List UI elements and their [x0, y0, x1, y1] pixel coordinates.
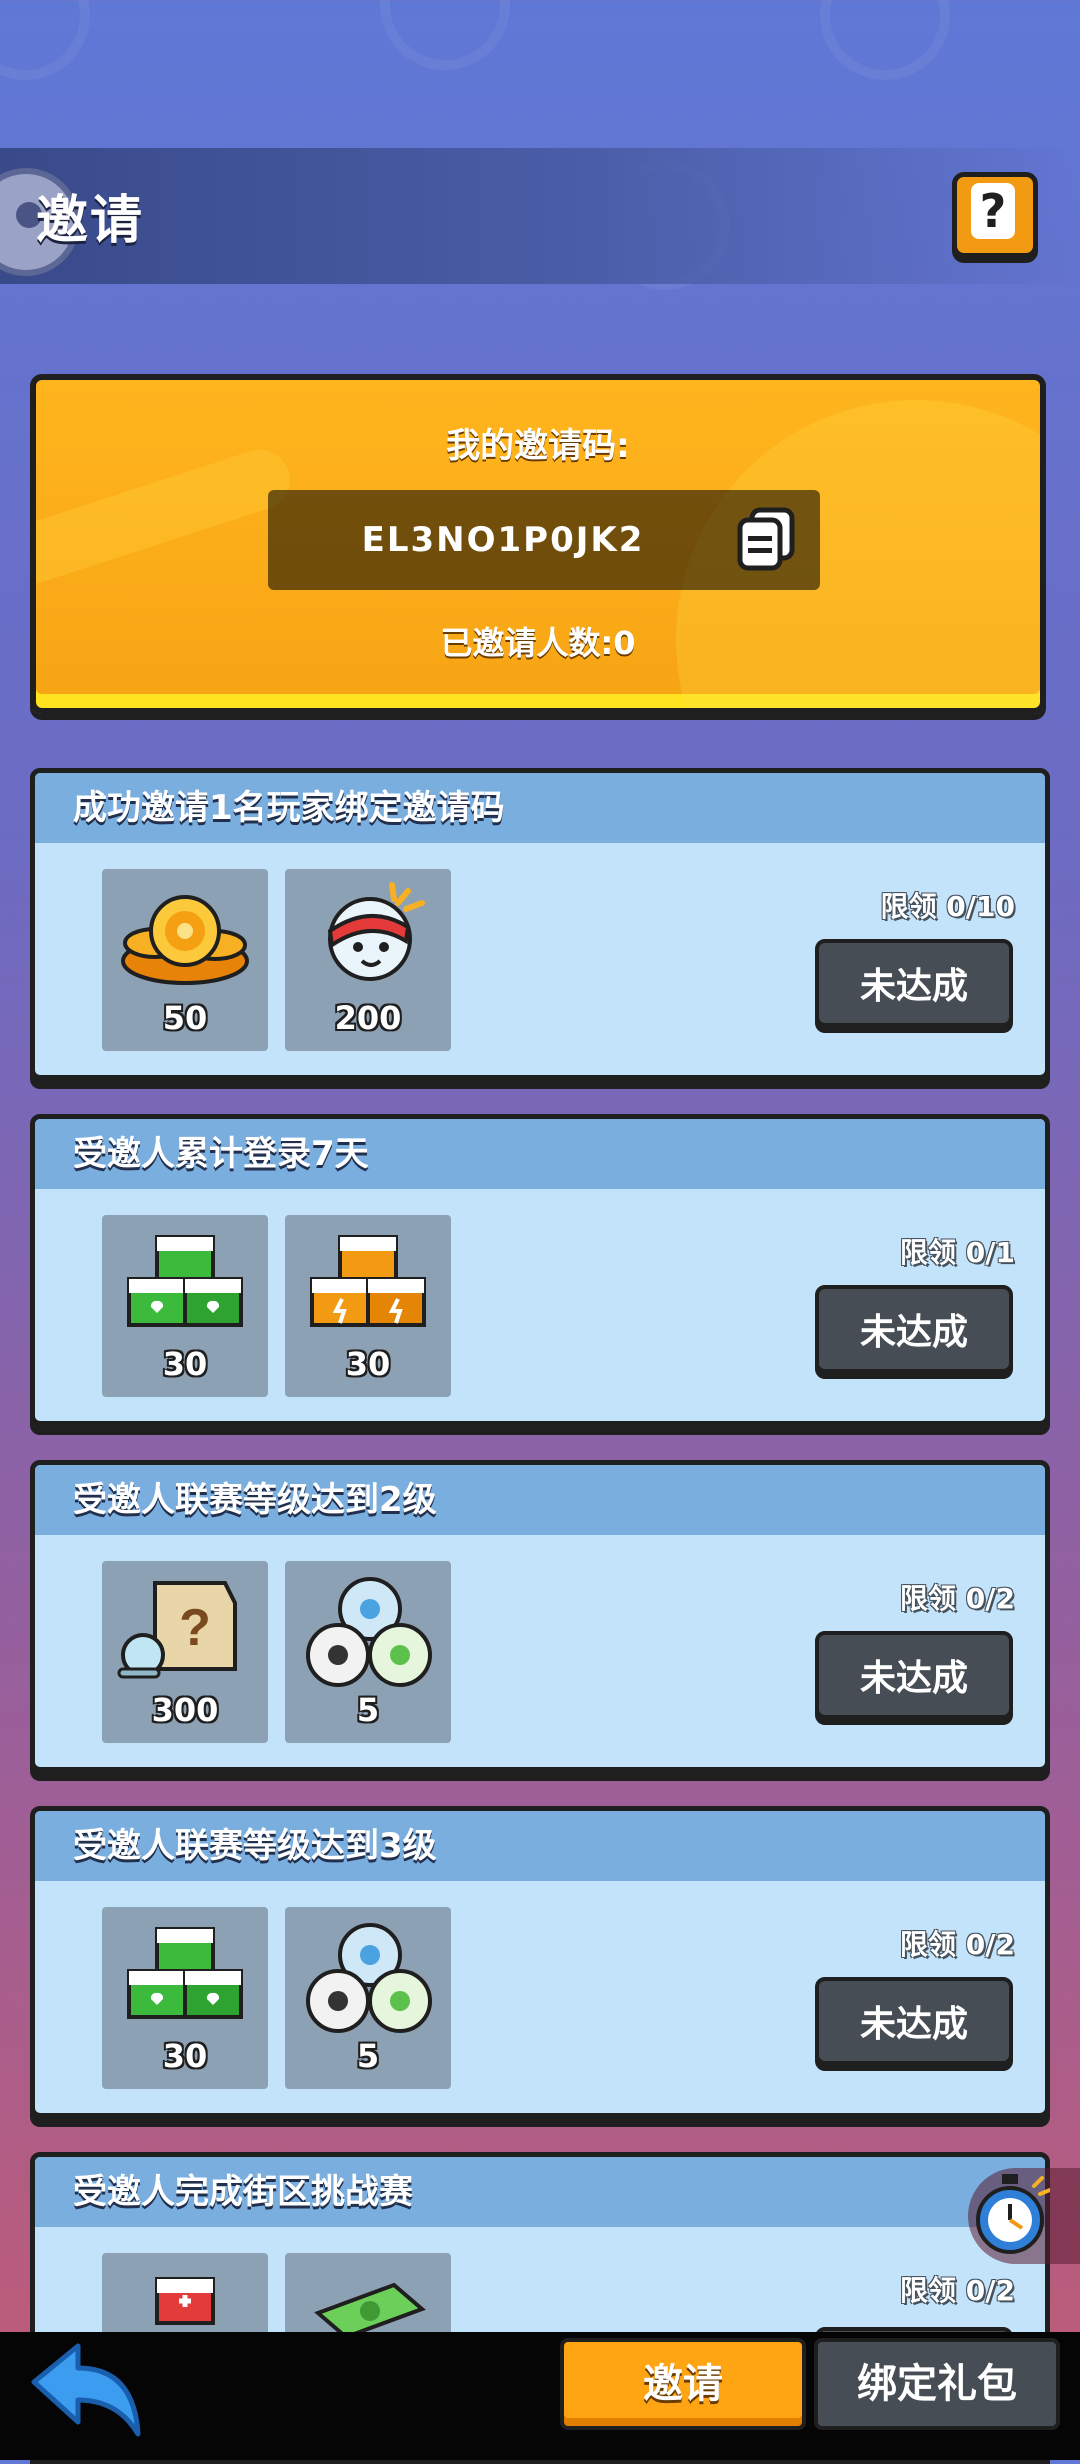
invite-code-label: 我的邀请码:: [446, 426, 630, 466]
soccer-balls-icon: [306, 1577, 432, 1687]
stopwatch-icon: [976, 2174, 1050, 2254]
task-title: 受邀人联赛等级达到2级: [73, 1480, 437, 1520]
invite-code-box: EL3NO1P0JK2: [268, 490, 820, 590]
reward-amount: 30: [162, 1345, 208, 1383]
soccer-balls-icon: [306, 1923, 432, 2033]
reward-amount: 50: [162, 999, 208, 1037]
bottom-bar: 邀请 绑定礼包: [0, 2332, 1080, 2460]
status-button[interactable]: 未达成: [815, 1631, 1013, 1719]
reward-item[interactable]: 5: [285, 1561, 451, 1743]
task-title: 受邀人累计登录7天: [73, 1134, 369, 1174]
reward-item[interactable]: 30: [102, 1907, 268, 2089]
mystery-card-pack-icon: ?: [117, 1581, 237, 1679]
reward-item[interactable]: 200: [285, 869, 451, 1051]
copy-icon[interactable]: [734, 506, 798, 572]
invite-code-card: 我的邀请码: EL3NO1P0JK2 已邀请人数:0: [30, 374, 1046, 714]
claim-limit: 限领 0/2: [900, 2274, 1015, 2307]
status-button[interactable]: 未达成: [815, 1977, 1013, 2065]
gold-coins-icon: [121, 895, 249, 985]
reward-item[interactable]: 5: [285, 1907, 451, 2089]
green-heart-crate-icon: [127, 1235, 243, 1327]
reward-amount: 300: [151, 1691, 219, 1729]
invited-count: 已邀请人数:0: [440, 624, 636, 662]
headband-character-icon: [327, 882, 425, 981]
help-button[interactable]: ?: [952, 172, 1038, 258]
claim-limit: 限领 0/1: [900, 1236, 1015, 1269]
reward-amount: 30: [162, 2037, 208, 2075]
task-title: 受邀人联赛等级达到3级: [73, 1826, 437, 1866]
task-title: 受邀人完成街区挑战赛: [73, 2172, 413, 2212]
task-card: 成功邀请1名玩家绑定邀请码 50 200 限领 0/10 未达成: [30, 768, 1050, 1080]
floating-event-button[interactable]: [968, 2168, 1080, 2264]
green-heart-crate-icon: [127, 1927, 243, 2019]
svg-text:?: ?: [179, 1599, 211, 1657]
reward-item[interactable]: 30: [285, 1215, 451, 1397]
reward-amount: 30: [345, 1345, 391, 1383]
invite-code-value: EL3NO1P0JK2: [361, 520, 645, 560]
reward-amount: 200: [334, 999, 402, 1037]
bind-gift-button[interactable]: 绑定礼包: [814, 2338, 1060, 2430]
orange-energy-crate-icon: [310, 1235, 426, 1327]
task-card: 受邀人联赛等级达到2级 ? 300 5 限领 0/2 未达成: [30, 1460, 1050, 1772]
task-title: 成功邀请1名玩家绑定邀请码: [73, 788, 505, 828]
claim-limit: 限领 0/2: [900, 1928, 1015, 1961]
background-ball-decoration: [820, 0, 950, 80]
status-button[interactable]: 未达成: [815, 939, 1013, 1027]
reward-amount: 5: [356, 1691, 380, 1729]
task-card: 受邀人联赛等级达到3级 30 5 限领 0/2 未达成: [30, 1806, 1050, 2118]
status-button[interactable]: 未达成: [815, 1285, 1013, 1373]
claim-limit: 限领 0/10: [880, 890, 1015, 923]
question-mark-icon: ?: [971, 183, 1015, 239]
reward-item[interactable]: 30: [102, 1215, 268, 1397]
invite-button[interactable]: 邀请: [560, 2338, 806, 2430]
task-card: 受邀人累计登录7天 30 30 限领 0/1 未达成: [30, 1114, 1050, 1426]
claim-limit: 限领 0/2: [900, 1582, 1015, 1615]
header-bar: 邀请 ?: [0, 148, 1080, 284]
background-ball-decoration: [380, 0, 510, 70]
background-ball-decoration: [0, 0, 90, 80]
reward-item[interactable]: 50: [102, 869, 268, 1051]
page-title: 邀请: [36, 191, 145, 251]
reward-item[interactable]: ? 300: [102, 1561, 268, 1743]
reward-amount: 5: [356, 2037, 380, 2075]
back-arrow-icon[interactable]: [26, 2338, 146, 2442]
